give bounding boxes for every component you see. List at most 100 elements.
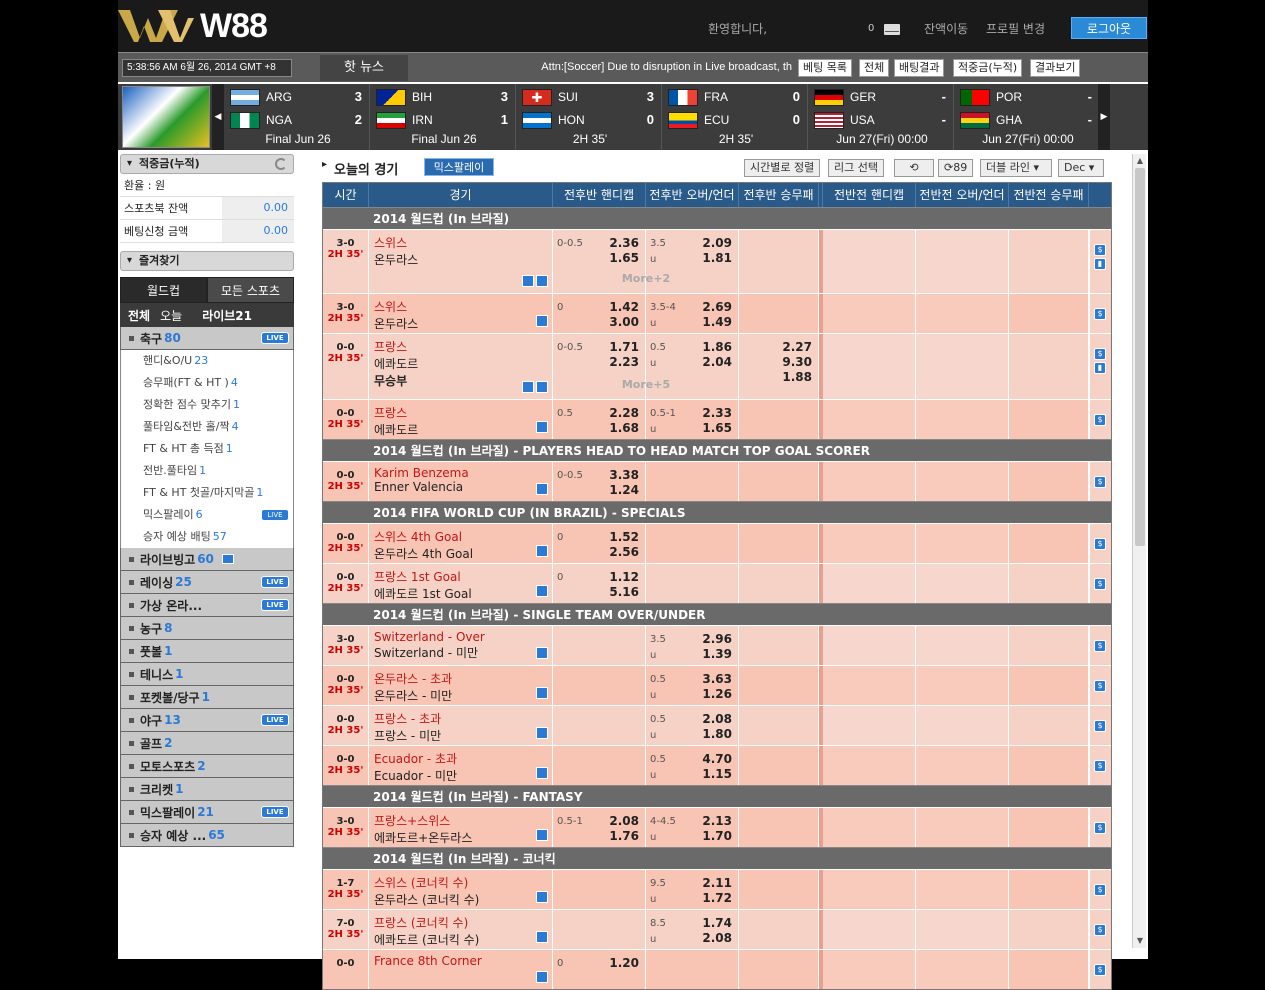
soccer-subitem[interactable]: 정확한 점수 맞추기 1 [120,394,294,416]
odds-value[interactable]: 2.33 [702,406,732,420]
team-away[interactable]: 에콰도르 1st Goal [374,585,552,602]
odds-value[interactable]: 1.20 [609,956,639,970]
dollar-icon[interactable]: $ [1094,884,1106,896]
odds-value[interactable]: 2.08 [702,712,732,726]
score-match[interactable]: POR - GHA - Jun 27(Fri) 00:00 [956,84,1100,150]
dollar-icon[interactable]: $ [1094,414,1106,426]
sport-item[interactable]: 모토스포츠 2 [120,755,294,778]
soccer-subitem[interactable]: 핸디&O/U 23 [120,350,294,372]
odds-value[interactable]: 1.39 [702,647,732,661]
sport-item[interactable]: 레이싱 25 LIVE [120,571,294,594]
results-button[interactable]: 결과보기 [1030,59,1081,77]
sport-item[interactable]: 골프 2 [120,732,294,755]
score-match[interactable]: FRA 0 ECU 0 2H 35' [664,84,808,150]
league-header[interactable]: 2014 월드컵 (In 브라질) - 코너킥 [323,847,1111,869]
odds-value[interactable]: 1.24 [609,483,639,497]
dollar-icon[interactable]: $ [1094,578,1106,590]
odds-value[interactable]: 1.76 [609,829,639,843]
dollar-icon[interactable]: $ [1094,720,1106,732]
scrollbar-thumb[interactable] [1135,168,1145,546]
odds-value[interactable]: 2.08 [702,931,732,945]
score-match[interactable]: GER - USA - Jun 27(Fri) 00:00 [810,84,954,150]
odds-format-select[interactable]: Dec ▾ [1058,159,1104,177]
dollar-icon[interactable]: $ [1094,964,1106,976]
dollar-icon[interactable]: $ [1094,244,1106,256]
odds-value[interactable]: 2.28 [609,406,639,420]
odds-value[interactable]: 1.26 [702,687,732,701]
news-ticker[interactable]: Attn:[Soccer] Due to disruption in Live … [418,61,792,73]
score-match[interactable]: BIH 3 IRN 1 Final Jun 26 [372,84,516,150]
team-home[interactable]: Karim Benzema [374,466,552,480]
team-away[interactable]: 에콰도르 (코너킥 수) [374,931,552,948]
odds-value[interactable]: 2.09 [702,236,732,250]
team-away[interactable]: 온두라스 [374,315,552,332]
team-away[interactable]: 온두라스 (코너킥 수) [374,891,552,908]
sort-by-time-button[interactable]: 시간별로 정렬 [744,159,821,177]
filter-today[interactable]: 오늘 [160,307,182,324]
star-icon[interactable] [522,275,534,287]
logout-button[interactable]: 로그아웃 [1071,17,1147,39]
odds-value[interactable]: 3.00 [609,315,639,329]
team-home[interactable]: 프랑스 1st Goal [374,568,552,585]
odds-value[interactable]: 1.65 [609,251,639,265]
sport-item[interactable]: 포켓볼/당구 1 [120,686,294,709]
team-home[interactable]: 프랑스 [374,404,552,421]
soccer-subitem[interactable]: 승자 예상 배팅 57 [120,526,294,548]
team-away[interactable]: 에콰도르+온두라스 [374,829,552,846]
winnings-button[interactable]: 적중금(누적) [953,59,1023,77]
odds-value[interactable]: 3.38 [609,468,639,482]
odds-value[interactable]: 1.86 [702,340,732,354]
more-bets-link[interactable]: More+2 [553,272,739,285]
team-home[interactable]: Ecuador - 초과 [374,750,552,767]
odds-value[interactable]: 2.08 [609,814,639,828]
dollar-icon[interactable]: $ [1094,680,1106,692]
filter-all[interactable]: 전체 [128,307,150,324]
stats-icon[interactable] [536,381,548,393]
star-icon[interactable] [522,381,534,393]
team-away[interactable]: 프랑스 - 미만 [374,727,552,744]
sport-item[interactable]: 풋볼 1 [120,640,294,663]
score-match[interactable]: ✚ SUI 3 HON 0 2H 35' [518,84,662,150]
star-icon[interactable] [536,315,548,327]
team-home[interactable]: 스위스 (코너킥 수) [374,874,552,891]
soccer-subitem[interactable]: FT & HT 총 득점 1 [120,438,294,460]
bet-result-button[interactable]: 배팅결과 [894,59,945,77]
star-icon[interactable] [536,767,548,779]
odds-value[interactable]: 2.56 [609,545,639,559]
odds-value[interactable]: 1.42 [609,300,639,314]
team-away[interactable]: 온두라스 [374,251,552,268]
vertical-scrollbar[interactable]: ▲ ▼ [1132,154,1146,948]
star-icon[interactable] [536,727,548,739]
chart-icon[interactable]: ▮ [1094,362,1106,374]
league-select-button[interactable]: 리그 선택 [828,159,884,177]
winnings-panel-header[interactable]: 적중금(누적) [120,154,294,174]
refresh-button[interactable]: ⟲ [894,159,934,177]
odds-value[interactable]: 1.80 [702,727,732,741]
mail-icon[interactable] [884,24,900,35]
star-icon[interactable] [536,829,548,841]
team-away[interactable]: Switzerland - 미만 [374,644,552,661]
soccer-subitem[interactable]: 전반.풀타임 1 [120,460,294,482]
team-away[interactable]: Ecuador - 미만 [374,767,552,784]
odds-value[interactable]: 2.13 [702,814,732,828]
star-icon[interactable] [536,421,548,433]
odds-value[interactable]: 1.81 [702,251,732,265]
league-header[interactable]: 2014 FIFA WORLD CUP (IN BRAZIL) - SPECIA… [323,501,1111,523]
sport-item[interactable]: 야구 13 LIVE [120,709,294,732]
league-header[interactable]: 2014 월드컵 (In 브라질) - SINGLE TEAM OVER/UND… [323,603,1111,625]
sport-item[interactable]: 믹스팔레이 21 LIVE [120,801,294,824]
team-away[interactable]: Enner Valencia [374,480,552,494]
team-home[interactable]: 온두라스 - 초과 [374,670,552,687]
stats-icon[interactable] [536,275,548,287]
team-home[interactable]: 스위스 [374,234,552,251]
dollar-icon[interactable]: $ [1094,476,1106,488]
scoreboard-prev-icon[interactable]: ◀ [212,84,224,150]
dollar-icon[interactable]: $ [1094,308,1106,320]
odds-value[interactable]: 2.04 [702,355,732,369]
filter-live[interactable]: 라이브21 [202,307,252,324]
sport-item[interactable]: 라이브빙고 60 [120,548,294,571]
all-button[interactable]: 전체 [859,59,890,77]
transfer-link[interactable]: 잔액이동 [924,20,968,37]
refresh-icon[interactable] [275,158,287,170]
dollar-icon[interactable]: $ [1094,640,1106,652]
